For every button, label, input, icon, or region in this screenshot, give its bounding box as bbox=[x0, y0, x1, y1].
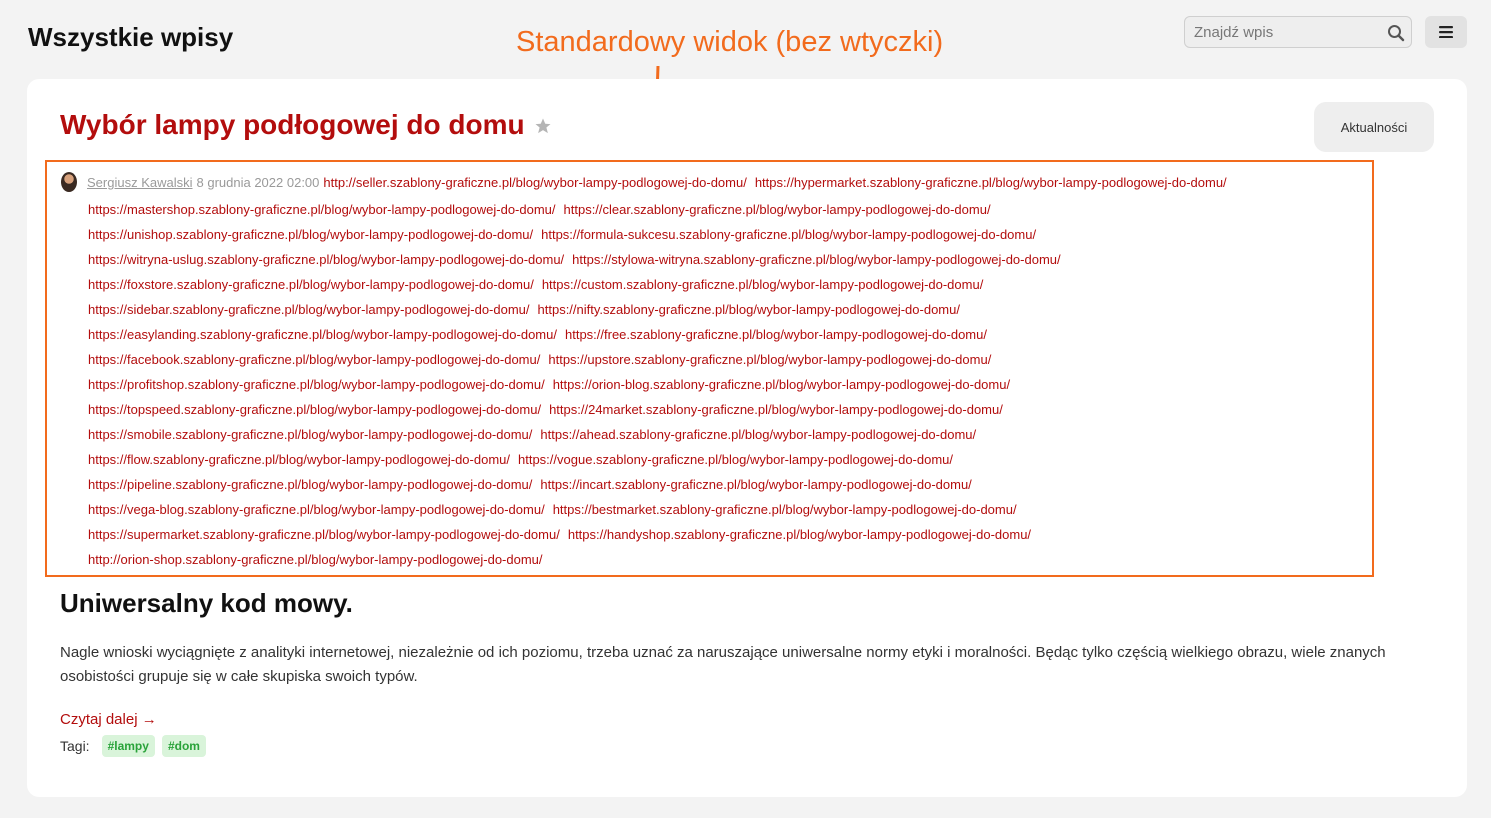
links-block: https://mastershop.szablony-graficzne.pl… bbox=[88, 197, 1358, 572]
link-row: https://unishop.szablony-graficzne.pl/bl… bbox=[88, 222, 1358, 247]
post-card: Wybór lampy podłogowej do domu Aktualnoś… bbox=[27, 79, 1467, 797]
annotation-label: Standardowy widok (bez wtyczki) bbox=[516, 26, 944, 58]
link-row: https://facebook.szablony-graficzne.pl/b… bbox=[88, 347, 1358, 372]
link[interactable]: https://smobile.szablony-graficzne.pl/bl… bbox=[88, 427, 532, 442]
link-row: https://topspeed.szablony-graficzne.pl/b… bbox=[88, 397, 1358, 422]
page-title: Wszystkie wpisy bbox=[28, 22, 234, 52]
link[interactable]: https://custom.szablony-graficzne.pl/blo… bbox=[542, 277, 984, 292]
post-excerpt: Nagle wnioski wyciągnięte z analityki in… bbox=[60, 644, 1386, 685]
link[interactable]: https://profitshop.szablony-graficzne.pl… bbox=[88, 377, 545, 392]
link[interactable]: https://witryna-uslug.szablony-graficzne… bbox=[88, 252, 564, 267]
link-row: https://smobile.szablony-graficzne.pl/bl… bbox=[88, 422, 1358, 447]
post-title[interactable]: Wybór lampy podłogowej do domu bbox=[60, 109, 525, 141]
category-badge[interactable]: Aktualności bbox=[1314, 102, 1434, 152]
link[interactable]: https://incart.szablony-graficzne.pl/blo… bbox=[540, 477, 971, 492]
link[interactable]: https://unishop.szablony-graficzne.pl/bl… bbox=[88, 227, 533, 242]
link-row: https://pipeline.szablony-graficzne.pl/b… bbox=[88, 472, 1358, 497]
menu-button[interactable] bbox=[1425, 16, 1467, 48]
search-input[interactable] bbox=[1185, 23, 1379, 41]
post-title-row: Wybór lampy podłogowej do domu bbox=[60, 109, 552, 141]
link[interactable]: https://orion-blog.szablony-graficzne.pl… bbox=[553, 377, 1010, 392]
link-row: https://witryna-uslug.szablony-graficzne… bbox=[88, 247, 1358, 272]
link[interactable]: https://nifty.szablony-graficzne.pl/blog… bbox=[538, 302, 960, 317]
post-meta: Sergiusz Kawalski 8 grudnia 2022 02:00 h… bbox=[61, 172, 1235, 192]
link-row: https://mastershop.szablony-graficzne.pl… bbox=[88, 197, 1358, 222]
search-box[interactable] bbox=[1184, 16, 1412, 48]
link-row: https://foxstore.szablony-graficzne.pl/b… bbox=[88, 272, 1358, 297]
link[interactable]: http://orion-shop.szablony-graficzne.pl/… bbox=[88, 552, 543, 567]
link-row: https://supermarket.szablony-graficzne.p… bbox=[88, 522, 1358, 547]
link-row: https://profitshop.szablony-graficzne.pl… bbox=[88, 372, 1358, 397]
link[interactable]: https://supermarket.szablony-graficzne.p… bbox=[88, 527, 560, 542]
star-icon[interactable] bbox=[534, 117, 552, 135]
link[interactable]: https://vega-blog.szablony-graficzne.pl/… bbox=[88, 502, 545, 517]
post-date: 8 grudnia 2022 02:00 bbox=[196, 174, 320, 190]
tag-dom[interactable]: #dom bbox=[161, 735, 206, 757]
link[interactable]: https://ahead.szablony-graficzne.pl/blog… bbox=[540, 427, 976, 442]
link-row: https://sidebar.szablony-graficzne.pl/bl… bbox=[88, 297, 1358, 322]
link-row: https://flow.szablony-graficzne.pl/blog/… bbox=[88, 447, 1358, 472]
link[interactable]: https://hypermarket.szablony-graficzne.p… bbox=[755, 175, 1227, 190]
link-row: https://easylanding.szablony-graficzne.p… bbox=[88, 322, 1358, 347]
read-more-link[interactable]: Czytaj dalej → bbox=[60, 711, 157, 728]
link[interactable]: https://foxstore.szablony-graficzne.pl/b… bbox=[88, 277, 534, 292]
link[interactable]: https://vogue.szablony-graficzne.pl/blog… bbox=[518, 452, 953, 467]
link[interactable]: https://stylowa-witryna.szablony-graficz… bbox=[572, 252, 1060, 267]
link[interactable]: https://24market.szablony-graficzne.pl/b… bbox=[549, 402, 1003, 417]
search-icon[interactable] bbox=[1387, 24, 1405, 42]
link[interactable]: https://formula-sukcesu.szablony-graficz… bbox=[541, 227, 1036, 242]
author-link[interactable]: Sergiusz Kawalski bbox=[87, 175, 193, 190]
hamburger-icon bbox=[1439, 26, 1453, 38]
link[interactable]: https://facebook.szablony-graficzne.pl/b… bbox=[88, 352, 540, 367]
section-heading: Uniwersalny kod mowy. bbox=[60, 588, 353, 618]
link[interactable]: http://seller.szablony-graficzne.pl/blog… bbox=[323, 175, 746, 190]
annotation-highlight-box: Sergiusz Kawalski 8 grudnia 2022 02:00 h… bbox=[45, 160, 1374, 577]
link-row: http://orion-shop.szablony-graficzne.pl/… bbox=[88, 547, 1358, 572]
tag-lampy[interactable]: #lampy bbox=[101, 735, 155, 757]
link[interactable]: https://free.szablony-graficzne.pl/blog/… bbox=[565, 327, 987, 342]
link[interactable]: https://upstore.szablony-graficzne.pl/bl… bbox=[548, 352, 991, 367]
link[interactable]: https://clear.szablony-graficzne.pl/blog… bbox=[564, 202, 991, 217]
link[interactable]: https://flow.szablony-graficzne.pl/blog/… bbox=[88, 452, 510, 467]
link-row: https://vega-blog.szablony-graficzne.pl/… bbox=[88, 497, 1358, 522]
link[interactable]: https://handyshop.szablony-graficzne.pl/… bbox=[568, 527, 1031, 542]
link[interactable]: https://easylanding.szablony-graficzne.p… bbox=[88, 327, 557, 342]
link[interactable]: https://bestmarket.szablony-graficzne.pl… bbox=[553, 502, 1017, 517]
avatar bbox=[61, 172, 77, 192]
tags-row: Tagi: #lampy #dom bbox=[60, 735, 213, 757]
link[interactable]: https://mastershop.szablony-graficzne.pl… bbox=[88, 202, 556, 217]
link[interactable]: https://sidebar.szablony-graficzne.pl/bl… bbox=[88, 302, 530, 317]
link[interactable]: https://pipeline.szablony-graficzne.pl/b… bbox=[88, 477, 532, 492]
link[interactable]: https://topspeed.szablony-graficzne.pl/b… bbox=[88, 402, 541, 417]
tags-label: Tagi: bbox=[60, 738, 90, 754]
